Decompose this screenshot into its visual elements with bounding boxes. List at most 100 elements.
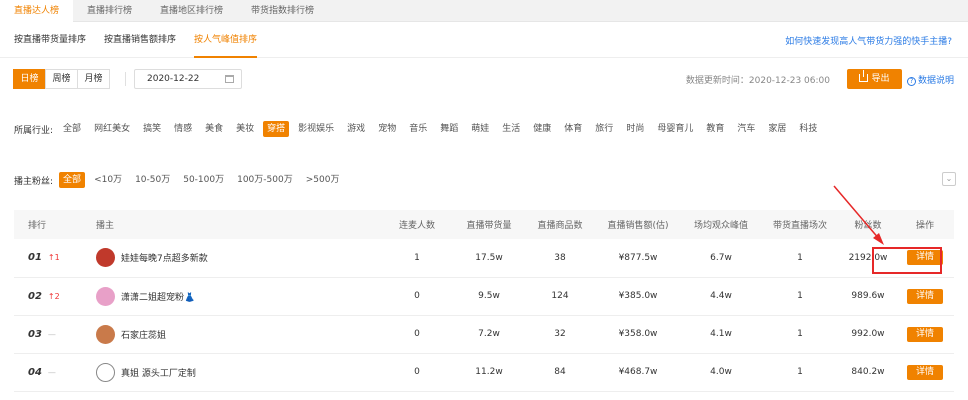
industry-option-selected[interactable]: 穿搭 xyxy=(263,121,290,137)
sessions-cell: 1 xyxy=(760,315,840,354)
industry-option[interactable]: 体育 xyxy=(560,121,586,137)
avatar[interactable] xyxy=(96,362,115,382)
highlight-box xyxy=(872,247,942,274)
detail-button[interactable]: 详情 xyxy=(907,326,943,342)
industry-option[interactable]: 影视娱乐 xyxy=(294,121,338,137)
industry-option[interactable]: 搞笑 xyxy=(139,121,165,137)
industry-option[interactable]: 家居 xyxy=(764,121,790,137)
industry-option[interactable]: 宠物 xyxy=(374,121,400,137)
fans-option[interactable]: <10万 xyxy=(90,172,126,188)
host-name[interactable]: 真姐 源头工厂定制 xyxy=(121,369,196,379)
header-sessions: 带货直播场次 xyxy=(760,210,840,239)
industry-option[interactable]: 美妆 xyxy=(232,121,258,137)
industry-option[interactable]: 美食 xyxy=(201,121,227,137)
date-picker[interactable]: 2020-12-22 xyxy=(134,69,242,89)
goods-cell: 84 xyxy=(526,353,594,392)
industry-filter: 所属行业: 全部 网红美女 搞笑 情感 美食 美妆 穿搭 影视娱乐 游戏 宠物 … xyxy=(14,121,826,137)
fans-option-selected[interactable]: 全部 xyxy=(59,172,86,188)
industry-option[interactable]: 舞蹈 xyxy=(436,121,462,137)
lianmai-cell: 0 xyxy=(382,277,452,316)
peak-cell: 4.1w xyxy=(682,315,760,354)
fans-option[interactable]: 50-100万 xyxy=(179,172,228,188)
rank-number: 03 xyxy=(28,328,42,340)
help-link[interactable]: 如何快速发现高人气带货力强的快手主播? xyxy=(785,34,952,47)
header-rank: 排行 xyxy=(14,210,82,239)
fans-cell: 989.6w xyxy=(840,277,896,316)
host-name[interactable]: 石家庄蕊姐 xyxy=(121,331,166,341)
host-cell: 石家庄蕊姐 xyxy=(82,315,382,354)
lianmai-cell: 0 xyxy=(382,353,452,392)
subtab-by-sales[interactable]: 按直播销售额排序 xyxy=(104,22,176,58)
range-switch: 日榜 周榜 月榜 xyxy=(13,69,110,89)
subtab-by-volume[interactable]: 按直播带货量排序 xyxy=(14,22,86,58)
action-cell: 详情 xyxy=(896,315,954,354)
fans-option[interactable]: >500万 xyxy=(302,172,344,188)
export-button[interactable]: 导出 xyxy=(847,69,902,89)
range-monthly[interactable]: 月榜 xyxy=(77,69,110,89)
rank-cell: 03 — xyxy=(14,315,82,354)
goods-cell: 32 xyxy=(526,315,594,354)
industry-option[interactable]: 全部 xyxy=(59,121,85,137)
industry-option[interactable]: 音乐 xyxy=(405,121,431,137)
fans-cell: 840.2w xyxy=(840,353,896,392)
avatar[interactable] xyxy=(96,248,115,268)
data-explain-link[interactable]: ? 数据说明 xyxy=(906,73,954,86)
industry-option[interactable]: 游戏 xyxy=(343,121,369,137)
collapse-toggle[interactable]: ⌄ xyxy=(942,172,956,186)
sessions-cell: 1 xyxy=(760,353,840,392)
avatar[interactable] xyxy=(96,324,115,344)
industry-option[interactable]: 生活 xyxy=(498,121,524,137)
rank-number: 01 xyxy=(28,252,42,264)
subtab-by-peak[interactable]: 按人气峰值排序 xyxy=(194,22,258,58)
action-cell: 详情 xyxy=(896,353,954,392)
avatar[interactable] xyxy=(96,286,115,306)
tab-sales-index[interactable]: 带货指数排行榜 xyxy=(237,0,328,22)
range-daily[interactable]: 日榜 xyxy=(13,69,46,89)
trend-up: ↑1 xyxy=(47,253,60,263)
chevron-down-icon: ⌄ xyxy=(945,174,953,183)
trend-flat: — xyxy=(47,329,56,339)
industry-option[interactable]: 网红美女 xyxy=(90,121,134,137)
rank-number: 02 xyxy=(28,290,42,302)
detail-button[interactable]: 详情 xyxy=(907,288,943,304)
industry-label: 所属行业: xyxy=(14,125,54,136)
peak-cell: 4.4w xyxy=(682,277,760,316)
toolbar: 日榜 周榜 月榜 2020-12-22 数据更新时间：2020-12-23 06… xyxy=(13,69,954,89)
volume-cell: 7.2w xyxy=(452,315,526,354)
industry-option[interactable]: 旅行 xyxy=(591,121,617,137)
industry-option[interactable]: 母婴育儿 xyxy=(653,121,697,137)
range-weekly[interactable]: 周榜 xyxy=(45,69,78,89)
host-name[interactable]: 娃娃每晚7点超多新款 xyxy=(121,254,208,264)
host-name[interactable]: 潇潇二姐超宠粉👗 xyxy=(121,293,195,303)
volume-cell: 9.5w xyxy=(452,277,526,316)
industry-option[interactable]: 科技 xyxy=(795,121,821,137)
sales-cell: ¥877.5w xyxy=(594,239,682,278)
header-sales: 直播销售额(估) xyxy=(594,210,682,239)
header-action: 操作 xyxy=(896,210,954,239)
tab-live-ranking[interactable]: 直播排行榜 xyxy=(73,0,146,22)
sessions-cell: 1 xyxy=(760,239,840,278)
industry-option[interactable]: 情感 xyxy=(170,121,196,137)
industry-option[interactable]: 时尚 xyxy=(622,121,648,137)
fans-option[interactable]: 10-50万 xyxy=(131,172,174,188)
tab-live-talent[interactable]: 直播达人榜 xyxy=(0,0,74,22)
detail-button[interactable]: 详情 xyxy=(907,364,943,380)
fans-option[interactable]: 100万-500万 xyxy=(233,172,297,188)
divider xyxy=(125,72,126,86)
calendar-icon xyxy=(225,75,234,83)
fans-cell: 992.0w xyxy=(840,315,896,354)
industry-option[interactable]: 萌娃 xyxy=(467,121,493,137)
industry-option[interactable]: 健康 xyxy=(529,121,555,137)
ranking-table: 排行 播主 连麦人数 直播带货量 直播商品数 直播销售额(估) 场均观众峰值 带… xyxy=(14,210,954,392)
tab-region-ranking[interactable]: 直播地区排行榜 xyxy=(146,0,237,22)
header-volume: 直播带货量 xyxy=(452,210,526,239)
industry-option[interactable]: 汽车 xyxy=(733,121,759,137)
table-row: 04— 真姐 源头工厂定制 0 11.2w 84 ¥468.7w 4.0w 1 … xyxy=(14,353,954,392)
sales-cell: ¥385.0w xyxy=(594,277,682,316)
industry-option[interactable]: 教育 xyxy=(702,121,728,137)
lianmai-cell: 0 xyxy=(382,315,452,354)
header-goods: 直播商品数 xyxy=(526,210,594,239)
sort-bar: 按直播带货量排序 按直播销售额排序 按人气峰值排序 如何快速发现高人气带货力强的… xyxy=(0,22,968,58)
rank-number: 04 xyxy=(28,366,42,378)
header-peak: 场均观众峰值 xyxy=(682,210,760,239)
